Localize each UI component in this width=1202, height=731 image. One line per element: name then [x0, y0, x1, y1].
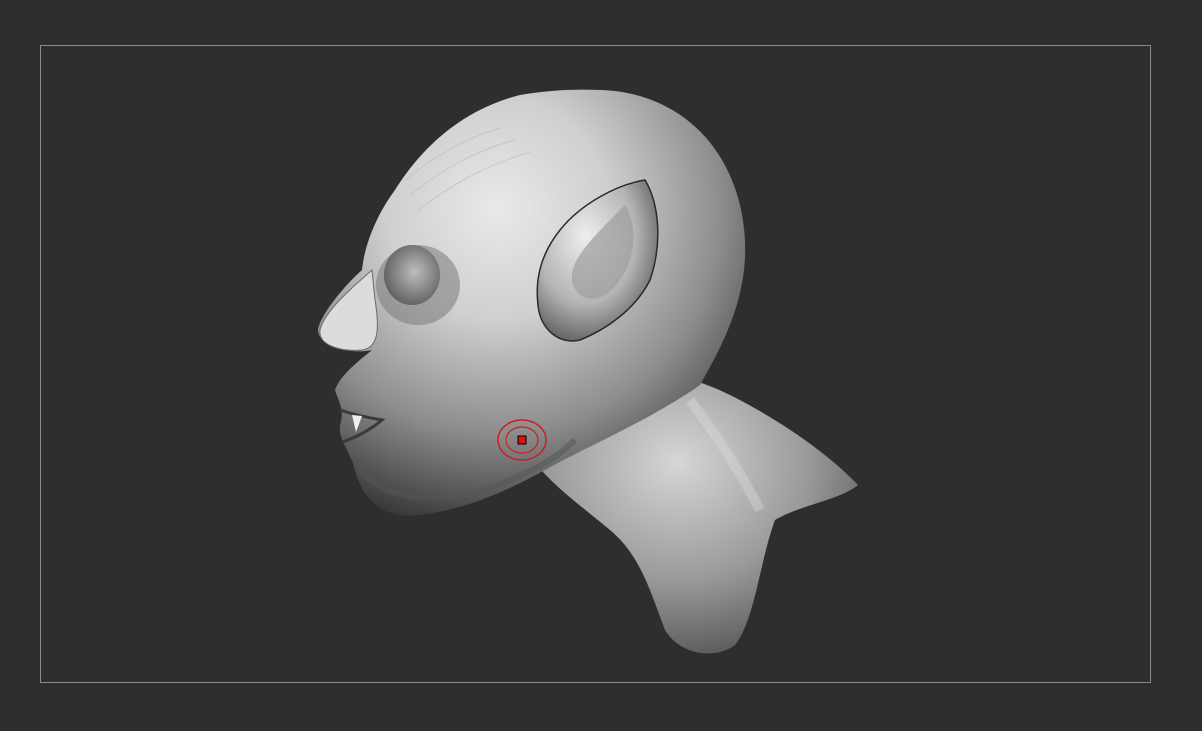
brush-center [517, 435, 527, 445]
eye-lid [384, 245, 440, 305]
sculpt-render[interactable] [0, 0, 1202, 731]
canvas-viewport[interactable] [0, 0, 1202, 731]
